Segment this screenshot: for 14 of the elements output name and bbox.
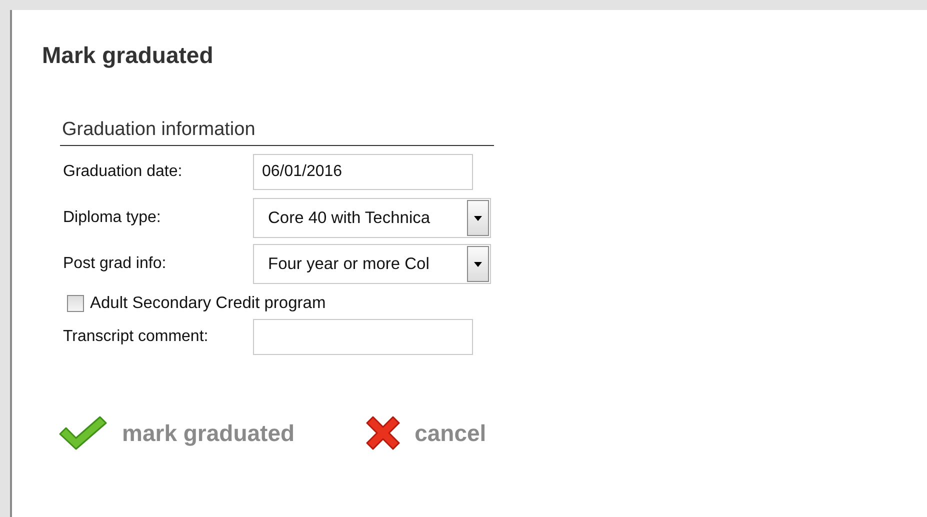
input-field[interactable] bbox=[253, 319, 473, 355]
checkbox[interactable] bbox=[67, 295, 84, 312]
dropdown[interactable]: Four year or more Col bbox=[253, 244, 491, 284]
dialog-title: Mark graduated bbox=[42, 42, 214, 69]
field-label: Post grad info: bbox=[62, 255, 168, 273]
input-field[interactable]: 06/01/2016 bbox=[253, 154, 473, 190]
check-icon bbox=[58, 416, 108, 450]
close-icon bbox=[364, 415, 401, 451]
field-label: Graduation date: bbox=[62, 163, 184, 181]
field-label: Transcript comment: bbox=[62, 328, 210, 346]
dropdown[interactable]: Core 40 with Technica bbox=[253, 198, 491, 238]
field-label: Diploma type: bbox=[62, 209, 162, 227]
checkbox-label: Adult Secondary Credit program bbox=[90, 294, 326, 313]
section-title: Graduation information bbox=[60, 119, 494, 146]
